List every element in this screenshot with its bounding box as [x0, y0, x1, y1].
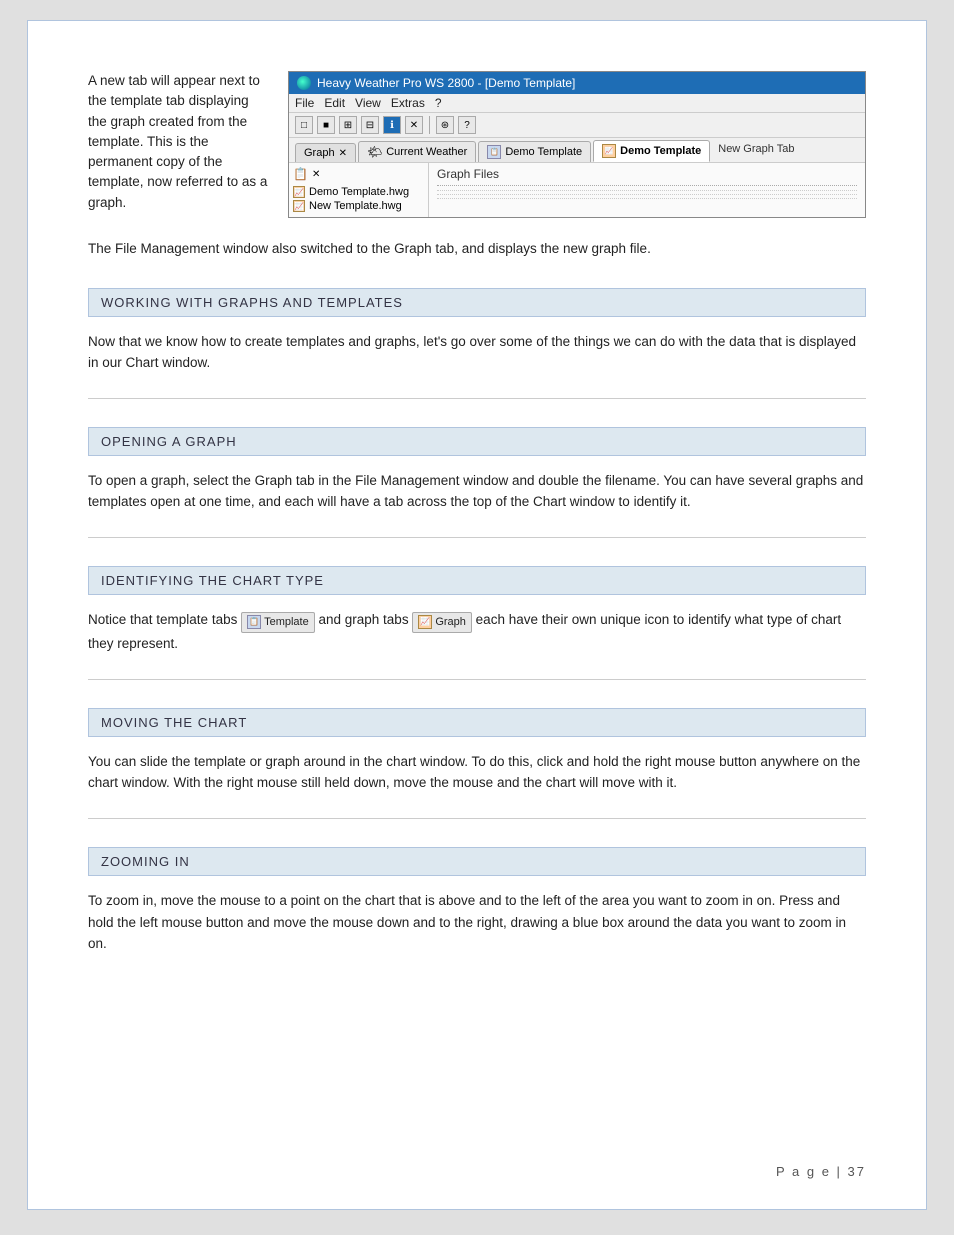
- menu-help[interactable]: ?: [435, 96, 442, 110]
- file-item-1[interactable]: 📈 Demo Template.hwg: [293, 185, 424, 199]
- app-window: Heavy Weather Pro WS 2800 - [Demo Templa…: [288, 71, 866, 218]
- file-icon-1: 📈: [293, 186, 305, 198]
- panel-tab-label: Graph: [304, 147, 335, 159]
- weather-icon: 🌤: [367, 145, 382, 159]
- panel-file-row: 📋 ✕: [293, 167, 424, 181]
- divider-4: [88, 818, 866, 819]
- body-identifying-middle: and graph tabs: [319, 612, 413, 627]
- graph-tab-icon: 📈: [418, 615, 432, 629]
- toolbar-paste[interactable]: ⊟: [361, 116, 379, 134]
- app-panel-content: 📋 ✕ 📈 Demo Template.hwg 📈 New Template.h…: [289, 163, 865, 217]
- toolbar-search[interactable]: ⊛: [436, 116, 454, 134]
- section-header-opening: OPENING A GRAPH: [88, 427, 866, 456]
- app-icon: [297, 76, 311, 90]
- dotted-line-3: [437, 198, 857, 199]
- divider-2: [88, 537, 866, 538]
- dotted-line-2: [437, 194, 857, 195]
- graph-tab-label: Graph: [435, 614, 466, 632]
- section-header-working: WORKING WITH GRAPHS AND TEMPLATES: [88, 288, 866, 317]
- template-tab-icon: 📋: [247, 615, 261, 629]
- intro-text-left: A new tab will appear next to the templa…: [88, 71, 268, 218]
- app-right-panel: Graph Files: [429, 163, 865, 217]
- template-tab-label: Template: [264, 614, 309, 632]
- divider-3: [88, 679, 866, 680]
- file-name-2: New Template.hwg: [309, 200, 402, 212]
- toolbar-copy[interactable]: ⊞: [339, 116, 357, 134]
- panel-tab-close[interactable]: ✕: [339, 148, 347, 159]
- menu-file[interactable]: File: [295, 96, 314, 110]
- panel-graph-tab[interactable]: Graph ✕: [295, 143, 356, 162]
- intro-section: A new tab will appear next to the templa…: [88, 71, 866, 218]
- section-body-moving: You can slide the template or graph arou…: [88, 751, 866, 794]
- section-body-identifying: Notice that template tabs 📋 Template and…: [88, 609, 866, 655]
- toolbar-close[interactable]: ✕: [405, 116, 423, 134]
- toolbar-new[interactable]: □: [295, 116, 313, 134]
- panel-close-x[interactable]: ✕: [312, 169, 320, 180]
- graph-icon: 📈: [602, 144, 616, 158]
- tab-current-weather[interactable]: 🌤 Current Weather: [358, 141, 476, 162]
- body-identifying-prefix: Notice that template tabs: [88, 612, 241, 627]
- tab-demo-graph-label: Demo Template: [620, 145, 701, 157]
- toolbar-save[interactable]: ■: [317, 116, 335, 134]
- toolbar-help[interactable]: ?: [458, 116, 476, 134]
- page: A new tab will appear next to the templa…: [27, 20, 927, 1210]
- file-name-1: Demo Template.hwg: [309, 186, 409, 198]
- app-menubar: File Edit View Extras ?: [289, 94, 865, 113]
- graph-files-header: Graph Files: [437, 167, 857, 186]
- menu-extras[interactable]: Extras: [391, 96, 425, 110]
- section-header-moving: MOVING THE CHART: [88, 708, 866, 737]
- graph-tab-demo: 📈 Graph: [412, 612, 472, 634]
- new-graph-tab-label: New Graph Tab: [718, 143, 794, 155]
- dotted-line-1: [437, 190, 857, 191]
- app-title: Heavy Weather Pro WS 2800 - [Demo Templa…: [317, 76, 575, 90]
- tab-demo-graph[interactable]: 📈 Demo Template: [593, 140, 710, 162]
- app-window-container: Heavy Weather Pro WS 2800 - [Demo Templa…: [288, 71, 866, 218]
- section-header-identifying: IDENTIFYING THE CHART TYPE: [88, 566, 866, 595]
- tab-demo-template[interactable]: 📋 Demo Template: [478, 141, 591, 162]
- template-icon: 📋: [487, 145, 501, 159]
- toolbar-info[interactable]: ℹ: [383, 116, 401, 134]
- app-toolbar: □ ■ ⊞ ⊟ ℹ ✕ ⊛ ?: [289, 113, 865, 138]
- app-titlebar: Heavy Weather Pro WS 2800 - [Demo Templa…: [289, 72, 865, 94]
- app-left-panel: 📋 ✕ 📈 Demo Template.hwg 📈 New Template.h…: [289, 163, 429, 217]
- file-item-2[interactable]: 📈 New Template.hwg: [293, 199, 424, 213]
- menu-edit[interactable]: Edit: [324, 96, 345, 110]
- intro-paragraph: A new tab will appear next to the templa…: [88, 73, 267, 210]
- template-tab-demo: 📋 Template: [241, 612, 315, 634]
- menu-view[interactable]: View: [355, 96, 381, 110]
- page-number: P a g e | 37: [776, 1164, 866, 1179]
- section-body-opening: To open a graph, select the Graph tab in…: [88, 470, 866, 513]
- section-body-working: Now that we know how to create templates…: [88, 331, 866, 374]
- section-body-zooming: To zoom in, move the mouse to a point on…: [88, 890, 866, 955]
- divider-1: [88, 398, 866, 399]
- app-tabs-row: Graph ✕ 🌤 Current Weather 📋 Demo Templat…: [289, 138, 865, 163]
- file-icon-2: 📈: [293, 200, 305, 212]
- toolbar-separator: [429, 116, 430, 134]
- tab-demo-template-label: Demo Template: [505, 146, 582, 158]
- panel-icon-copy: 📋: [293, 167, 308, 181]
- tab-current-weather-label: Current Weather: [386, 146, 467, 158]
- section-header-zooming: ZOOMING IN: [88, 847, 866, 876]
- intro-paragraph2: The File Management window also switched…: [88, 238, 866, 260]
